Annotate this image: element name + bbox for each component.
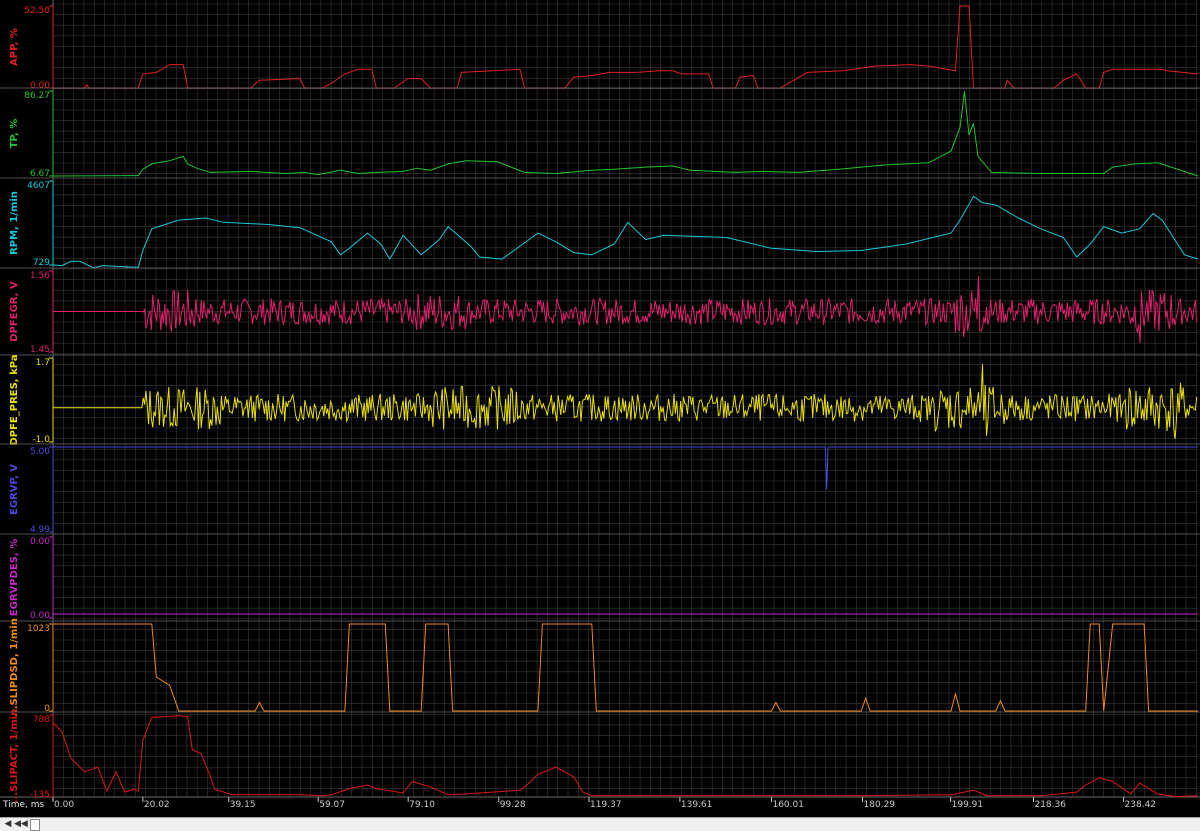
channel-name-label: TP, %: [9, 119, 20, 149]
y-tick-max-label: 1.7: [36, 358, 50, 368]
y-tick-min-label: 0.00: [30, 611, 50, 621]
horizontal-scrollbar[interactable]: ◀ ◀◀: [0, 817, 1200, 831]
scrollbar-thumb[interactable]: [30, 819, 40, 831]
y-tick-max-label: 1.56: [30, 271, 50, 281]
y-tick-max-label: 0.00: [30, 537, 50, 547]
y-tick-max-label: 788: [33, 715, 50, 725]
channel-name-label: APP, %: [9, 28, 20, 66]
y-tick-min-label: 1.45: [30, 345, 50, 355]
x-tick-label: 160.01: [772, 800, 804, 810]
y-tick-max-label: 52.50: [24, 6, 50, 16]
y-tick-min-label: 4.99: [30, 525, 50, 535]
scroll-left-arrow-icon[interactable]: ◀: [2, 819, 14, 830]
channel-name-label: EGRVPDES, %: [9, 539, 20, 616]
x-tick-label: 59.07: [319, 800, 345, 810]
x-tick-label: 139.61: [681, 800, 713, 810]
y-tick-max-label: 4607: [27, 181, 50, 191]
y-tick-min-label: 0: [44, 704, 50, 714]
channel-name-label: ...SLIPDSD, 1/min: [9, 618, 20, 717]
x-tick-label: 199.91: [952, 800, 984, 810]
y-tick-max-label: 1023: [27, 624, 50, 634]
x-axis-label: Time, ms: [2, 800, 45, 810]
x-tick-label: 119.37: [590, 800, 622, 810]
y-tick-min-label: 729: [33, 258, 50, 268]
channel-name-label: DPFE_PRES, kPa: [9, 354, 20, 445]
channel-name-label: EGRVP, V: [9, 464, 20, 515]
scroll-first-arrow-icon[interactable]: ◀◀: [14, 819, 28, 830]
y-tick-min-label: -135: [30, 790, 50, 800]
x-tick-label: 20.02: [144, 800, 170, 810]
y-tick-min-label: 0.00: [30, 81, 50, 91]
x-tick-label: 238.42: [1125, 800, 1157, 810]
chart-background: [0, 0, 1200, 817]
channel-name-label: ...SLIPACT, 1/min: [9, 709, 20, 803]
y-tick-min-label: -1.0: [32, 435, 50, 445]
x-tick-label: 79.10: [409, 800, 435, 810]
x-tick-label: 180.29: [864, 800, 896, 810]
x-tick-label: 99.28: [500, 800, 526, 810]
y-tick-min-label: 6.67: [30, 169, 50, 179]
y-tick-max-label: 86.27: [24, 91, 50, 101]
y-tick-max-label: 5.00: [30, 447, 50, 457]
multi-channel-chart: 52.50 0.00 APP, % 86.27 6.67 TP, % 4607 729 RPM,…: [0, 0, 1200, 817]
x-tick-label: 39.15: [230, 800, 256, 810]
x-tick-label: 0.00: [54, 800, 74, 810]
channel-name-label: RPM, 1/min: [9, 191, 20, 255]
channel-name-label: DPFEGR, V: [9, 281, 20, 342]
x-tick-label: 218.36: [1034, 800, 1066, 810]
